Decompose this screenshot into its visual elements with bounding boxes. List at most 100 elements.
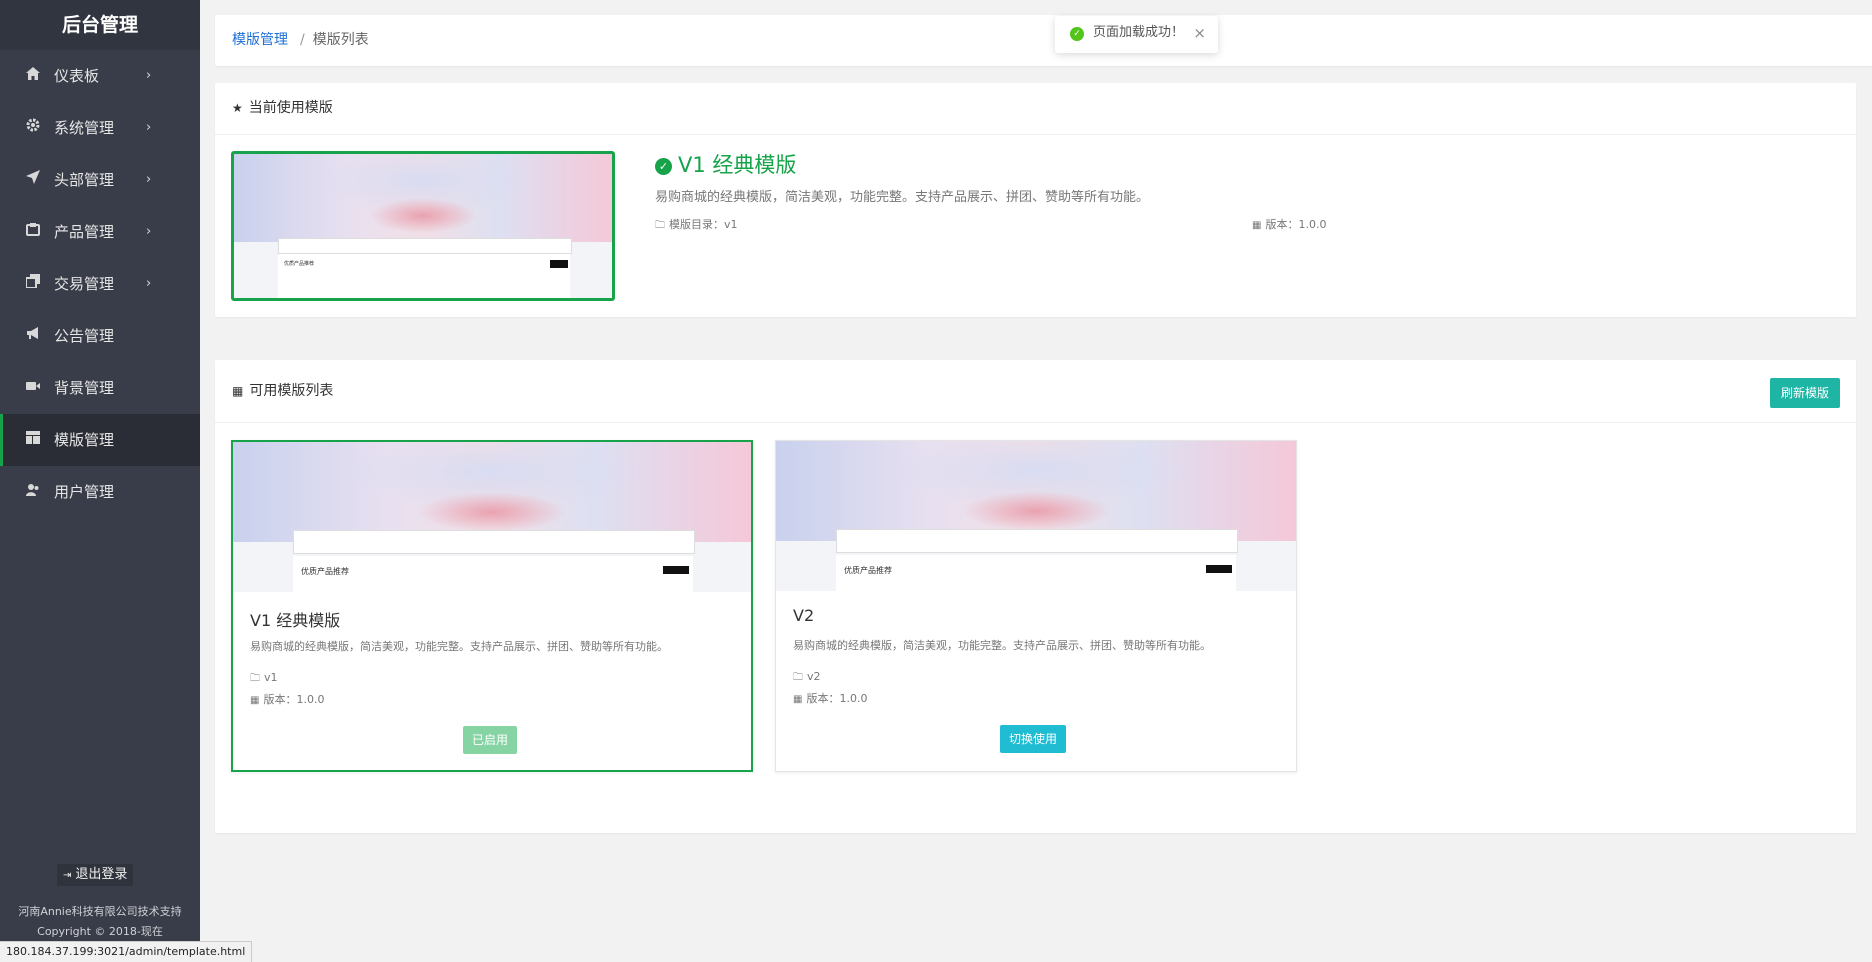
folder-icon: 🗀 (655, 220, 665, 231)
preview-more-button (1206, 565, 1232, 573)
copyright-text: Copyright © 2018-现在 (37, 925, 163, 938)
preview-product-heading: 优质产品推荐 (301, 567, 349, 576)
success-toast: ✓ 页面加载成功！ × (1055, 16, 1218, 53)
logout-label: 退出登录 (75, 867, 128, 882)
sidebar-brand: 后台管理 (0, 0, 200, 50)
template-version-text: 版本：1.0.0 (263, 693, 325, 706)
template-description: 易购商城的经典模版，简洁美观，功能完整。支持产品展示、拼团、赞助等所有功能。 (250, 640, 668, 653)
preview-product-bar: 优质产品推荐 (836, 555, 1236, 591)
sidebar-item-templates[interactable]: 模版管理 (0, 414, 200, 466)
star-icon: ★ (232, 101, 243, 115)
folder-icon: 🗀 (793, 672, 803, 683)
sidebar-item-system[interactable]: 系统管理 › (0, 102, 200, 154)
chevron-right-icon: › (146, 224, 152, 239)
refresh-templates-button[interactable]: 刷新模版 (1769, 378, 1840, 408)
sidebar-item-header[interactable]: 头部管理 › (0, 154, 200, 206)
template-description: 易购商城的经典模版，简洁美观，功能完整。支持产品展示、拼团、赞助等所有功能。 (793, 639, 1211, 652)
layout-icon (24, 414, 42, 466)
sidebar: 后台管理 仪表板 › 系统管理 › 头部管理 › 产品管理 › 交易管理 › 公… (0, 0, 200, 962)
close-icon[interactable]: × (1193, 16, 1206, 50)
chevron-right-icon: › (146, 276, 152, 291)
current-template-version-text: 版本：1.0.0 (1265, 218, 1327, 231)
sidebar-item-announcements[interactable]: 公告管理 (0, 310, 200, 362)
logout-icon: ⇥ (63, 870, 72, 881)
sidebar-item-label: 头部管理 (54, 171, 115, 189)
sidebar-item-background[interactable]: 背景管理 (0, 362, 200, 414)
preview-product-heading: 优质产品推荐 (284, 261, 315, 267)
video-icon (24, 362, 42, 414)
template-item-v2[interactable]: 优质产品推荐 V2 易购商城的经典模版，简洁美观，功能完整。支持产品展示、拼团、… (775, 440, 1297, 772)
template-list-heading: 可用模版列表 (249, 383, 334, 399)
product-icon (24, 206, 42, 258)
template-title: V1 经典模版 (250, 611, 341, 630)
calendar-icon: ▦ (250, 695, 260, 706)
current-template-dir: 🗀 模版目录：v1 (655, 216, 738, 235)
preview-banner-image (776, 441, 1296, 541)
preview-notice-panel (278, 238, 572, 254)
breadcrumb-parent-link[interactable]: 模版管理 (232, 32, 288, 48)
preview-product-bar: 优质产品推荐 (278, 254, 570, 298)
sidebar-item-label: 用户管理 (54, 483, 115, 501)
template-dir: 🗀 v1 (250, 671, 278, 688)
preview-notice-panel (836, 529, 1238, 553)
copy-icon (24, 258, 42, 310)
preview-product-bar: 优质产品推荐 (293, 556, 693, 592)
sidebar-item-label: 交易管理 (54, 275, 115, 293)
template-enabled-button[interactable]: 已启用 (463, 726, 518, 754)
support-text: 河南Annie科技有限公司技术支持 (18, 905, 182, 918)
preview-more-button (663, 566, 689, 574)
calendar-icon: ▦ (1252, 220, 1262, 231)
sidebar-item-transactions[interactable]: 交易管理 › (0, 258, 200, 310)
sidebar-menu: 仪表板 › 系统管理 › 头部管理 › 产品管理 › 交易管理 › 公告管理 背… (0, 50, 200, 518)
template-preview: 优质产品推荐 (776, 441, 1296, 591)
breadcrumb: 模版管理 / 模版列表 (215, 15, 1872, 66)
logout-button[interactable]: ⇥ 退出登录 (57, 864, 134, 886)
template-version: ▦ 版本：1.0.0 (793, 690, 867, 706)
template-preview: 优质产品推荐 (233, 442, 751, 592)
folder-icon: 🗀 (250, 673, 260, 684)
gear-icon (24, 102, 42, 154)
breadcrumb-current: 模版列表 (312, 32, 369, 48)
current-template-heading: 当前使用模版 (248, 100, 333, 116)
template-list-header: ▦ 可用模版列表 刷新模版 (215, 360, 1856, 423)
sidebar-item-dashboard[interactable]: 仪表板 › (0, 50, 200, 102)
preview-notice-panel (293, 530, 695, 554)
check-circle-icon: ✓ (1070, 27, 1084, 41)
breadcrumb-separator: / (300, 32, 305, 48)
current-template-title: ✓ V1 经典模版 (655, 149, 796, 179)
calendar-icon: ▦ (793, 694, 803, 705)
current-template-name: V1 经典模版 (678, 153, 797, 177)
template-version-text: 版本：1.0.0 (806, 692, 868, 705)
sidebar-item-label: 仪表板 (54, 67, 100, 85)
check-circle-icon: ✓ (655, 158, 672, 175)
switch-template-button[interactable]: 切换使用 (1000, 725, 1067, 753)
send-icon (24, 154, 42, 206)
home-icon (24, 50, 42, 102)
preview-banner-image (233, 442, 751, 542)
chevron-right-icon: › (146, 68, 152, 83)
sidebar-item-products[interactable]: 产品管理 › (0, 206, 200, 258)
sidebar-item-label: 背景管理 (54, 379, 115, 397)
current-template-header: ★ 当前使用模版 (215, 83, 1856, 135)
preview-more-button (550, 260, 568, 268)
toast-message: 页面加载成功！ (1093, 25, 1185, 40)
megaphone-icon (24, 310, 42, 362)
current-template-description: 易购商城的经典模版，简洁美观，功能完整。支持产品展示、拼团、赞助等所有功能。 (655, 190, 1150, 205)
template-item-v1[interactable]: 优质产品推荐 V1 经典模版 易购商城的经典模版，简洁美观，功能完整。支持产品展… (231, 440, 753, 772)
sidebar-item-label: 公告管理 (54, 327, 115, 345)
template-version: ▦ 版本：1.0.0 (250, 691, 324, 707)
current-template-card: ★ 当前使用模版 优质产品推荐 ✓ V1 经典模版 易购商城的经典模版，简洁美观，功… (215, 83, 1856, 317)
chevron-right-icon: › (146, 172, 152, 187)
sidebar-item-users[interactable]: 用户管理 (0, 466, 200, 518)
sidebar-item-label: 产品管理 (54, 223, 115, 241)
preview-product-heading: 优质产品推荐 (844, 566, 892, 575)
template-title: V2 (793, 606, 815, 625)
current-template-version: ▦ 版本：1.0.0 (1252, 216, 1326, 232)
template-dir-text: v2 (807, 670, 821, 683)
main-content: 模版管理 / 模版列表 ★ 当前使用模版 优质产品推荐 ✓ V1 经典模版 易购商城的经… (200, 0, 1872, 962)
layout-icon: ▦ (232, 384, 244, 398)
sidebar-item-label: 系统管理 (54, 119, 115, 137)
browser-status-url: 180.184.37.199:3021/admin/template.html (0, 941, 253, 962)
template-dir-text: v1 (264, 671, 278, 684)
template-dir: 🗀 v2 (793, 670, 821, 687)
